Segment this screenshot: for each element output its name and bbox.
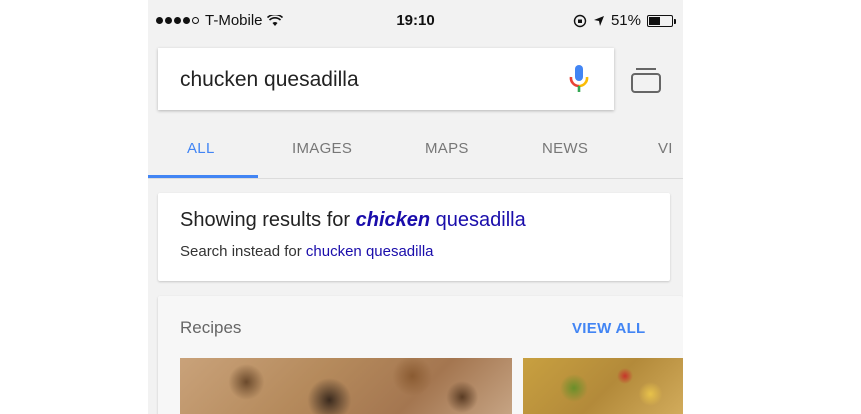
recipes-card: Recipes VIEW ALL (158, 296, 683, 414)
tab-news[interactable]: NEWS (542, 140, 588, 157)
location-arrow-icon (593, 15, 604, 26)
battery-percent: 51% (610, 12, 641, 29)
microphone-icon[interactable] (568, 63, 590, 95)
search-box[interactable]: chucken quesadilla (158, 48, 614, 110)
recipe-thumbnail[interactable] (523, 358, 683, 414)
search-input[interactable]: chucken quesadilla (180, 68, 359, 92)
tab-images[interactable]: IMAGES (292, 140, 352, 157)
recipe-thumbnail[interactable] (180, 358, 512, 414)
recipes-heading: Recipes (180, 318, 242, 337)
search-instead-text: Search instead for chucken quesadilla (180, 243, 434, 260)
phone-screen: T-Mobile 19:10 51% chucken quesadilla AL… (148, 0, 683, 414)
showing-results-text[interactable]: Showing results for chicken quesadilla (180, 209, 526, 232)
status-right: 51% (573, 12, 676, 29)
active-tab-indicator (148, 175, 258, 178)
rotation-lock-icon (573, 14, 587, 27)
battery-icon (647, 14, 676, 27)
corrected-word[interactable]: chicken (356, 209, 430, 231)
search-instead-prefix: Search instead for (180, 243, 306, 260)
tab-all[interactable]: ALL (187, 140, 215, 157)
view-all-button[interactable]: VIEW ALL (572, 320, 646, 337)
tab-videos[interactable]: VI (658, 140, 673, 157)
tab-maps[interactable]: MAPS (425, 140, 469, 157)
status-bar: T-Mobile 19:10 51% (148, 0, 683, 42)
spelling-correction-card: Showing results for chicken quesadilla S… (158, 193, 670, 281)
search-tabs: ALL IMAGES MAPS NEWS VI (148, 130, 683, 179)
search-instead-link[interactable]: chucken quesadilla (306, 243, 434, 260)
showing-results-prefix: Showing results for (180, 209, 356, 231)
corrected-query-rest[interactable]: quesadilla (430, 209, 526, 231)
tabs-switcher-icon[interactable] (630, 66, 662, 94)
